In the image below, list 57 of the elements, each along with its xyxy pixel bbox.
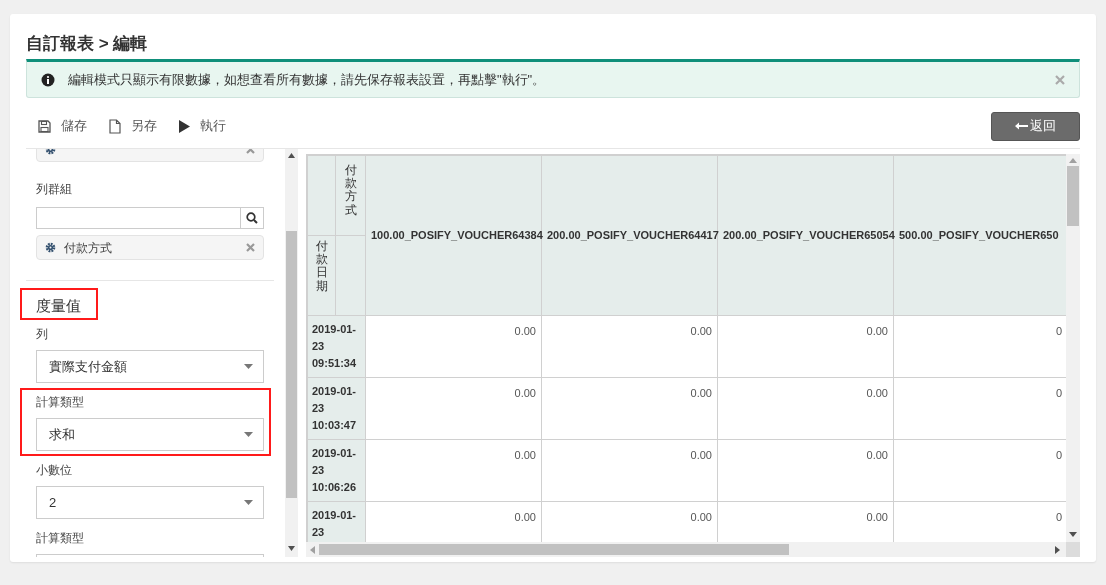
- table-cell: 0.00: [365, 377, 542, 440]
- back-button[interactable]: 返回: [991, 111, 1080, 141]
- run-button[interactable]: 執行: [179, 116, 226, 136]
- caret-icon: [244, 364, 254, 369]
- search-icon[interactable]: [246, 212, 259, 224]
- scroll-right-icon[interactable]: [1055, 546, 1060, 554]
- select-field[interactable]: 2: [36, 486, 265, 519]
- select-field[interactable]: 求和: [36, 418, 265, 451]
- scroll-left-icon[interactable]: [310, 546, 315, 554]
- scrollbar-thumb[interactable]: [1067, 166, 1079, 226]
- select-field[interactable]: 實際支付金額: [36, 350, 265, 383]
- alert-message: 編輯模式只顯示有限數據，如想查看所有數據，請先保存報表設置，再點擊"執行"。: [68, 70, 546, 89]
- field-label: 列群組: [36, 181, 72, 198]
- table-cell: 0.00: [365, 439, 542, 502]
- table-cell: 0.00: [717, 315, 894, 378]
- scrollbar-corner: [1066, 542, 1080, 557]
- scroll-up-icon[interactable]: [288, 153, 296, 158]
- gear-icon: [45, 242, 56, 253]
- scrollbar[interactable]: [1066, 154, 1080, 542]
- row-header: 2019-01-23 10:03:47: [307, 377, 366, 440]
- field-label: 列: [36, 326, 48, 343]
- column-axis-label: 付款方式: [344, 164, 357, 217]
- caret-icon: [244, 500, 254, 505]
- row-axis-label: 付款日期: [315, 240, 328, 293]
- remove-icon[interactable]: [246, 243, 256, 252]
- caret-icon: [244, 432, 254, 437]
- page-title: 自訂報表 > 編輯: [26, 33, 148, 55]
- scroll-down-icon[interactable]: [288, 546, 296, 551]
- column-header: 100.00_POSIFY_VOUCHER64384: [365, 155, 542, 316]
- row-header: 2019-01-23: [307, 501, 366, 542]
- field-label: 計算類型: [36, 394, 84, 411]
- table-cell: 0.00: [717, 377, 894, 440]
- filter-chip[interactable]: 付款方式: [36, 235, 265, 260]
- table-cell: 0.00: [541, 315, 718, 378]
- row-header: 2019-01-23 10:06:26: [307, 439, 366, 502]
- save-as-button[interactable]: 另存: [109, 116, 157, 136]
- info-icon: [41, 72, 55, 87]
- document-icon: [109, 118, 121, 134]
- scrollbar[interactable]: [306, 542, 1066, 557]
- field-label: 小數位: [36, 462, 72, 479]
- arrow-left-icon: [1015, 122, 1028, 130]
- save-icon: [38, 119, 51, 133]
- field-label: 計算類型: [36, 530, 84, 547]
- scroll-down-icon[interactable]: [1069, 532, 1077, 537]
- close-icon[interactable]: [1055, 74, 1065, 85]
- scrollbar-thumb[interactable]: [286, 231, 297, 498]
- search-field[interactable]: [36, 207, 265, 229]
- table-cell: 0.00: [365, 315, 542, 378]
- section-heading: 度量值: [36, 296, 81, 316]
- table-cell: 0.00: [541, 439, 718, 502]
- scrollbar[interactable]: [285, 149, 298, 557]
- save-button[interactable]: 儲存: [38, 116, 87, 136]
- scrollbar-thumb[interactable]: [319, 544, 789, 555]
- table-cell: 0.00: [541, 377, 718, 440]
- table-cell: 0.00: [717, 439, 894, 502]
- play-icon: [179, 119, 190, 133]
- row-header: 2019-01-23 09:51:34: [307, 315, 366, 378]
